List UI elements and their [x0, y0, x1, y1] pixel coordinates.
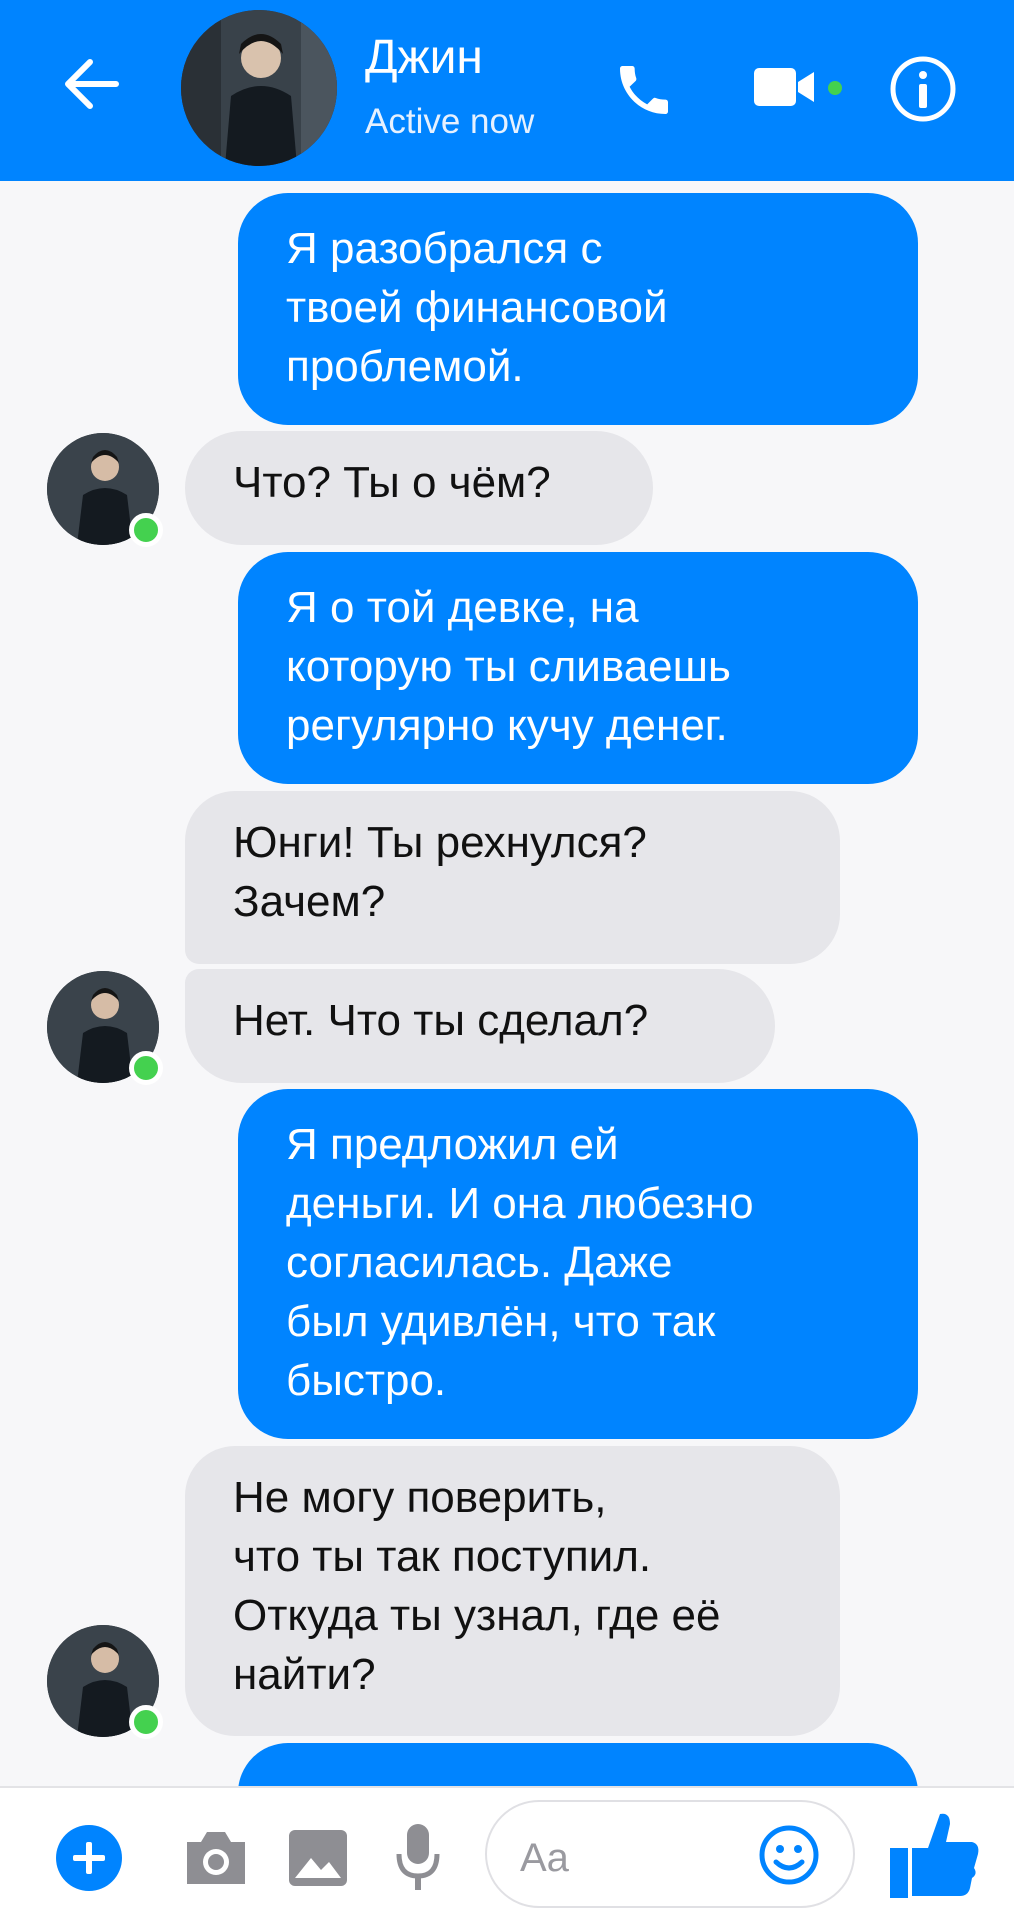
contact-avatar-small[interactable] — [47, 1625, 163, 1739]
message-bubble-outgoing-partial[interactable] — [238, 1743, 918, 1786]
message-text: Я разобрался с твоей финансовой проблемо… — [286, 224, 668, 391]
message-text: Не могу поверить, что ты так поступил. О… — [233, 1473, 721, 1699]
emoji-button[interactable] — [758, 1824, 820, 1891]
message-text: Нет. Что ты сделал? — [233, 996, 649, 1045]
online-badge — [129, 1051, 163, 1085]
plus-icon — [73, 1842, 105, 1874]
message-bubble-outgoing[interactable]: Я предложил ей деньги. И она любезно сог… — [238, 1089, 918, 1439]
camera-icon — [187, 1832, 245, 1884]
message-bubble-outgoing[interactable]: Я разобрался с твоей финансовой проблемо… — [238, 193, 918, 425]
back-arrow-icon — [65, 59, 119, 109]
message-text: Юнги! Ты рехнулся? Зачем? — [233, 818, 647, 926]
more-actions-button[interactable] — [56, 1825, 122, 1891]
video-camera-icon — [754, 68, 814, 106]
online-indicator — [828, 81, 842, 95]
message-text: Я предложил ей деньги. И она любезно сог… — [286, 1120, 754, 1405]
camera-button[interactable] — [183, 1828, 249, 1893]
online-badge — [129, 1705, 163, 1739]
contact-status: Active now — [365, 102, 535, 141]
message-bubble-incoming[interactable]: Что? Ты о чём? — [185, 431, 653, 545]
video-call-button[interactable] — [752, 62, 818, 117]
message-bubble-incoming[interactable]: Нет. Что ты сделал? — [185, 969, 775, 1083]
message-input-placeholder: Aa — [520, 1836, 569, 1880]
contact-avatar[interactable] — [181, 10, 337, 166]
microphone-icon — [396, 1824, 440, 1890]
emoji-icon — [759, 1825, 819, 1885]
contact-avatar-small[interactable] — [47, 433, 163, 547]
info-button[interactable] — [888, 54, 958, 129]
contact-avatar-small[interactable] — [47, 971, 163, 1085]
phone-icon — [620, 66, 668, 114]
back-button[interactable] — [60, 56, 122, 112]
thumbs-up-icon — [890, 1813, 979, 1898]
message-text: Что? Ты о чём? — [233, 458, 551, 507]
microphone-button[interactable] — [393, 1822, 443, 1899]
message-list[interactable]: Я разобрался с твоей финансовой проблемо… — [0, 181, 1014, 1786]
like-button[interactable] — [888, 1808, 980, 1905]
message-bubble-incoming[interactable]: Не могу поверить, что ты так поступил. О… — [185, 1446, 840, 1736]
info-icon — [890, 56, 956, 122]
message-bubble-outgoing[interactable]: Я о той девке, на которую ты сливаешь ре… — [238, 552, 918, 784]
message-text: Я о той девке, на которую ты сливаешь ре… — [286, 583, 731, 750]
contact-name[interactable]: Джин — [365, 30, 483, 86]
message-bubble-incoming[interactable]: Юнги! Ты рехнулся? Зачем? — [185, 791, 840, 964]
gallery-button[interactable] — [287, 1828, 349, 1893]
online-badge — [129, 513, 163, 547]
call-button[interactable] — [612, 58, 676, 127]
chat-header: Джин Active now — [0, 0, 1014, 181]
image-icon — [289, 1830, 347, 1886]
